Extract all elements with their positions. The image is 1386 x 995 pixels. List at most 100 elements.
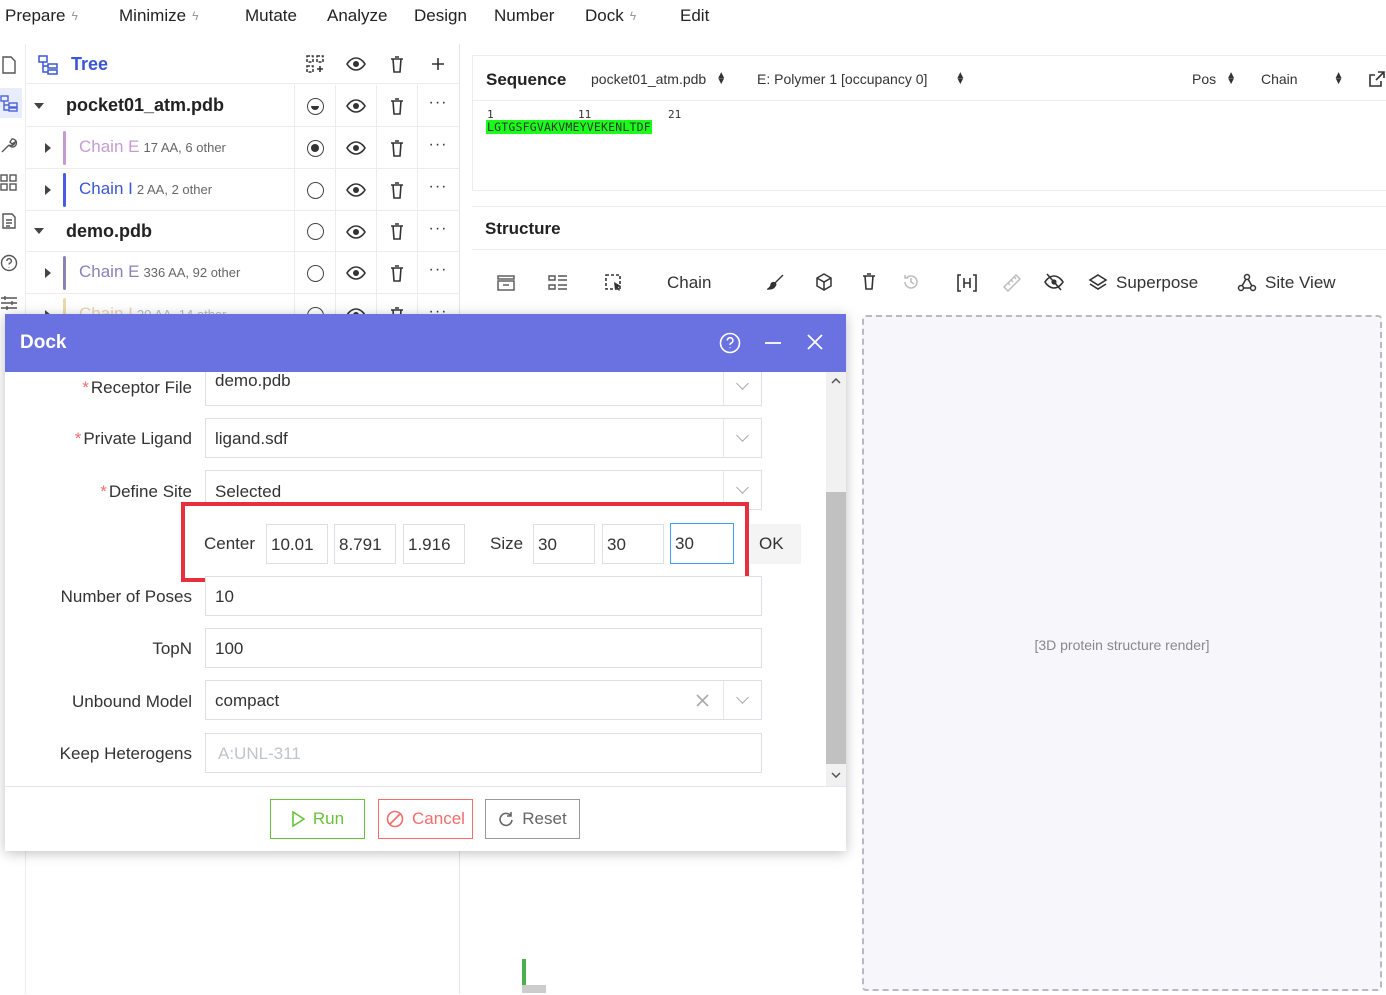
close-icon[interactable]: [807, 334, 823, 350]
scrollbar-thumb[interactable]: [826, 492, 846, 764]
document-list-icon[interactable]: [0, 212, 18, 230]
private-ligand-select[interactable]: ligand.sdf: [205, 418, 762, 458]
size-y-input[interactable]: 30: [602, 524, 664, 564]
dropdown-arrow[interactable]: [723, 419, 761, 457]
tree-file-row[interactable]: pocket01_atm.pdb ···: [26, 85, 460, 127]
clear-icon[interactable]: [696, 694, 709, 707]
dropdown-arrow[interactable]: [723, 372, 761, 405]
history-tool[interactable]: [902, 273, 920, 291]
center-y-input[interactable]: 8.791: [334, 524, 396, 564]
more-cell[interactable]: ···: [417, 252, 458, 294]
size-x-input[interactable]: 30: [533, 524, 595, 564]
keep-heterogens-input[interactable]: A:UNL-311: [205, 733, 762, 773]
menu-number[interactable]: Number: [494, 6, 554, 26]
delete-tool[interactable]: [862, 273, 876, 290]
menu-prepare[interactable]: Prepare ϟ: [5, 6, 78, 26]
size-z-input[interactable]: 30: [670, 523, 734, 564]
chain-select[interactable]: Chain ▲ ▼: [1261, 71, 1344, 88]
dropdown-arrow[interactable]: [723, 681, 761, 719]
radio-cell[interactable]: [294, 85, 335, 127]
expand-caret-icon[interactable]: [45, 185, 51, 195]
minimize-icon[interactable]: [764, 341, 782, 345]
center-z-input[interactable]: 1.916: [403, 524, 465, 564]
help-icon[interactable]: [719, 332, 741, 354]
unbound-model-select[interactable]: compact: [205, 680, 762, 720]
visibility-cell[interactable]: [335, 252, 376, 294]
tree-chain-row[interactable]: Chain I2 AA, 2 other ···: [26, 169, 460, 211]
visibility-cell[interactable]: [335, 211, 376, 252]
structure-viewer[interactable]: [3D protein structure render]: [862, 315, 1382, 991]
menu-design[interactable]: Design: [414, 6, 467, 26]
visibility-cell[interactable]: [335, 169, 376, 211]
grid-icon[interactable]: [0, 174, 18, 192]
menu-minimize[interactable]: Minimize ϟ: [119, 6, 198, 26]
select-tool[interactable]: [604, 273, 624, 293]
radio-icon[interactable]: [306, 264, 324, 282]
measure-tool[interactable]: [1002, 273, 1022, 293]
menu-mutate[interactable]: Mutate: [245, 6, 297, 26]
sliders-icon[interactable]: [0, 294, 18, 312]
file-select[interactable]: pocket01_atm.pdb ▲ ▼: [591, 71, 726, 88]
site-view-button[interactable]: Site View: [1237, 273, 1336, 293]
more-icon[interactable]: ···: [429, 178, 448, 196]
visibility-cell[interactable]: [335, 127, 376, 169]
delete-cell[interactable]: [376, 127, 417, 169]
menu-analyze[interactable]: Analyze: [327, 6, 387, 26]
more-icon[interactable]: ···: [429, 94, 448, 112]
visibility-cell[interactable]: [335, 85, 376, 127]
radio-cell[interactable]: [294, 127, 335, 169]
radio-cell[interactable]: [294, 211, 335, 252]
center-x-input[interactable]: 10.01: [266, 524, 328, 564]
radio-icon[interactable]: [306, 223, 324, 240]
delete-cell[interactable]: [376, 252, 417, 294]
help-icon[interactable]: [0, 254, 18, 272]
delete-cell[interactable]: [376, 169, 417, 211]
trash-icon[interactable]: [376, 55, 417, 73]
expand-caret-icon[interactable]: [45, 143, 51, 153]
tree-file-row[interactable]: demo.pdb ···: [26, 211, 460, 252]
plus-icon[interactable]: [417, 57, 458, 71]
site-ok-button[interactable]: OK: [750, 524, 801, 564]
more-cell[interactable]: ···: [417, 169, 458, 211]
radio-cell[interactable]: [294, 252, 335, 294]
entity-select[interactable]: E: Polymer 1 [occupancy 0] ▲ ▼: [757, 71, 965, 88]
tree-icon[interactable]: [0, 94, 18, 112]
external-link-icon[interactable]: [1369, 71, 1385, 87]
delete-cell[interactable]: [376, 211, 417, 252]
run-button[interactable]: Run: [270, 799, 365, 839]
eye-icon[interactable]: [335, 57, 376, 71]
list-tool[interactable]: [547, 273, 569, 293]
reset-button[interactable]: Reset: [485, 799, 580, 839]
more-cell[interactable]: ···: [417, 85, 458, 127]
more-icon[interactable]: ···: [429, 220, 448, 238]
cancel-button[interactable]: Cancel: [378, 799, 473, 839]
layers-tool[interactable]: [496, 273, 516, 293]
topn-input[interactable]: 100: [205, 628, 762, 668]
more-cell[interactable]: ···: [417, 211, 458, 252]
layout-toggle-icon[interactable]: [294, 54, 335, 74]
menu-edit[interactable]: Edit: [680, 6, 709, 26]
expand-caret-icon[interactable]: [34, 103, 44, 109]
paint-tool[interactable]: [767, 273, 785, 291]
radio-icon[interactable]: [306, 181, 324, 199]
radio-cell[interactable]: [294, 169, 335, 211]
hydrogen-tool[interactable]: [956, 273, 978, 293]
delete-cell[interactable]: [376, 85, 417, 127]
chain-mode[interactable]: Chain: [667, 273, 711, 293]
radio-selected-icon[interactable]: [306, 139, 324, 157]
radio-partial-icon[interactable]: [306, 97, 324, 115]
number-of-poses-input[interactable]: 10: [205, 576, 762, 616]
tree-chain-row[interactable]: Chain E 17 AA, 6 other ···: [26, 127, 460, 169]
pos-select[interactable]: Pos ▲ ▼: [1192, 71, 1236, 88]
scroll-up-icon[interactable]: [831, 378, 841, 384]
sequence-residues[interactable]: LGTGSFGVAKVMEYVEKENLTDF: [486, 120, 652, 134]
scroll-down-icon[interactable]: [831, 772, 841, 778]
more-cell[interactable]: ···: [417, 127, 458, 169]
expand-caret-icon[interactable]: [34, 228, 44, 234]
menu-dock[interactable]: Dock ϟ: [585, 6, 636, 26]
cube-tool[interactable]: [815, 273, 833, 291]
more-icon[interactable]: ···: [429, 136, 448, 154]
hide-tool[interactable]: [1044, 273, 1064, 291]
more-icon[interactable]: ···: [429, 261, 448, 279]
expand-caret-icon[interactable]: [45, 268, 51, 278]
